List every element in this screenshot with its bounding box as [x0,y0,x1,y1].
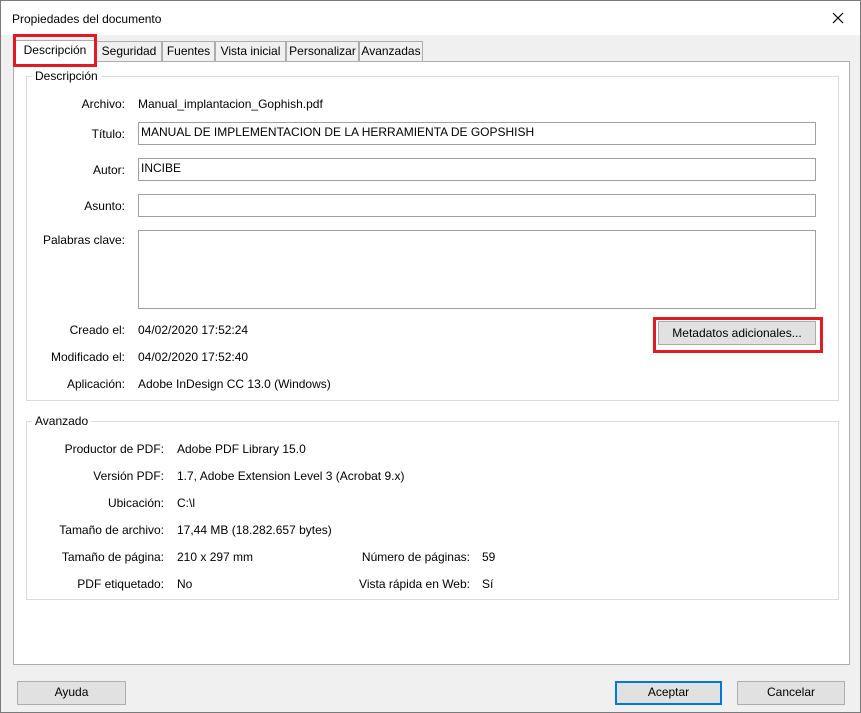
document-properties-dialog: Propiedades del documento Descripción Se… [0,0,861,713]
producer-label: Productor de PDF: [64,442,164,456]
file-label: Archivo: [81,97,125,111]
author-field[interactable]: INCIBE [138,158,816,181]
keywords-field[interactable] [138,230,816,309]
subject-field[interactable] [138,194,816,217]
page-count-label: Número de páginas: [361,550,470,564]
window-title: Propiedades del documento [12,12,162,26]
description-group: Descripción Archivo: Manual_implantacion… [26,69,839,401]
created-value: 04/02/2020 17:52:24 [138,323,249,337]
page-count-value: 59 [482,550,496,564]
tab-fuentes[interactable]: Fuentes [162,41,215,61]
cancel-button[interactable]: Cancelar [737,681,845,705]
help-button[interactable]: Ayuda [17,681,126,705]
application-value: Adobe InDesign CC 13.0 (Windows) [138,377,331,391]
fast-web-view-value: Sí [482,577,494,591]
tab-panel: Descripción Archivo: Manual_implantacion… [13,61,850,665]
title-label: Título: [91,127,125,141]
tab-personalizar[interactable]: Personalizar [286,41,359,61]
description-legend: Descripción [32,69,101,83]
tab-vista-inicial[interactable]: Vista inicial [215,41,286,61]
close-icon [832,12,844,24]
file-value: Manual_implantacion_Gophish.pdf [138,97,323,111]
close-button[interactable] [826,7,850,29]
title-bar: Propiedades del documento [1,1,860,35]
location-label: Ubicación: [107,496,164,510]
modified-label: Modificado el: [50,350,125,364]
advanced-group: Avanzado Productor de PDF: Adobe PDF Lib… [26,414,839,600]
author-label: Autor: [92,163,125,177]
tagged-pdf-label: PDF etiquetado: [77,577,164,591]
ok-button[interactable]: Aceptar [615,681,722,705]
tab-avanzadas[interactable]: Avanzadas [359,41,423,61]
pdf-version-value: 1.7, Adobe Extension Level 3 (Acrobat 9.… [177,469,405,483]
producer-value: Adobe PDF Library 15.0 [177,442,306,456]
keywords-label: Palabras clave: [42,233,125,247]
title-field[interactable]: MANUAL DE IMPLEMENTACION DE LA HERRAMIEN… [138,122,816,145]
file-size-label: Tamaño de archivo: [59,523,164,537]
tab-descripcion[interactable]: Descripción [14,40,96,62]
subject-label: Asunto: [84,199,125,213]
application-label: Aplicación: [66,377,125,391]
pdf-version-label: Versión PDF: [93,469,164,483]
file-size-value: 17,44 MB (18.282.657 bytes) [177,523,332,537]
fast-web-view-label: Vista rápida en Web: [359,577,470,591]
page-size-value: 210 x 297 mm [177,550,254,564]
tab-seguridad[interactable]: Seguridad [96,41,162,61]
additional-metadata-button[interactable]: Metadatos adicionales... [658,321,816,345]
tagged-pdf-value: No [177,577,193,591]
modified-value: 04/02/2020 17:52:40 [138,350,249,364]
advanced-legend: Avanzado [32,414,92,428]
location-value: C:\l [177,496,195,510]
created-label: Creado el: [69,323,125,337]
page-size-label: Tamaño de página: [61,550,164,564]
